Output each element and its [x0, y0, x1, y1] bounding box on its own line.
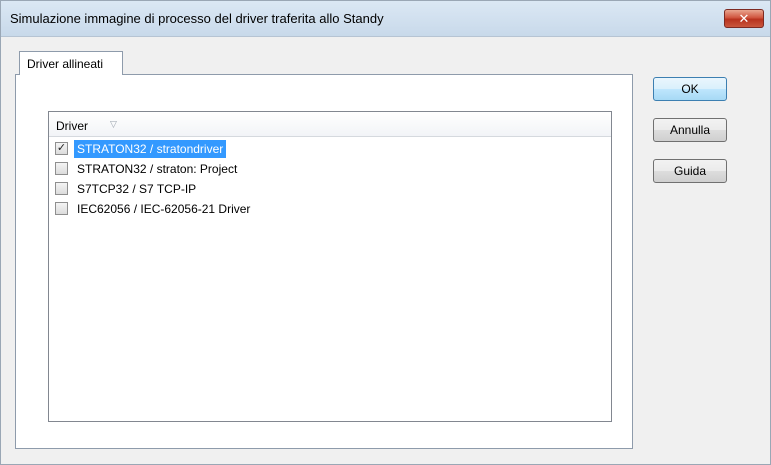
list-item[interactable]: S7TCP32 / S7 TCP-IP — [49, 180, 611, 198]
list-item[interactable]: IEC62056 / IEC-62056-21 Driver — [49, 200, 611, 218]
tab-panel: Driver ▽ ✓ STRATON32 / stratondriver STR… — [15, 74, 633, 449]
list-item[interactable]: STRATON32 / straton: Project — [49, 160, 611, 178]
title-bar[interactable]: Simulazione immagine di processo del dri… — [1, 1, 770, 37]
list-rows: ✓ STRATON32 / stratondriver STRATON32 / … — [49, 140, 611, 220]
row-label: STRATON32 / stratondriver — [74, 140, 227, 158]
tab-driver-allineati[interactable]: Driver allineati — [19, 51, 123, 75]
row-label: IEC62056 / IEC-62056-21 Driver — [77, 202, 251, 216]
cancel-button[interactable]: Annulla — [653, 118, 727, 142]
window-title: Simulazione immagine di processo del dri… — [10, 11, 384, 26]
close-icon: ✕ — [738, 11, 750, 26]
list-item[interactable]: ✓ STRATON32 / stratondriver — [49, 140, 611, 158]
row-label: STRATON32 / straton: Project — [77, 162, 238, 176]
row-checkbox[interactable] — [55, 182, 68, 195]
row-checkbox[interactable] — [55, 202, 68, 215]
close-button[interactable]: ✕ — [724, 9, 764, 28]
sort-descending-icon: ▽ — [110, 119, 117, 129]
row-checkbox[interactable] — [55, 162, 68, 175]
help-button[interactable]: Guida — [653, 159, 727, 183]
list-header[interactable]: Driver ▽ — [49, 112, 611, 137]
row-checkbox[interactable]: ✓ — [55, 142, 68, 155]
driver-list[interactable]: Driver ▽ ✓ STRATON32 / stratondriver STR… — [48, 111, 612, 422]
tab-label: Driver allineati — [27, 57, 104, 71]
column-header-driver[interactable]: Driver — [56, 119, 88, 133]
row-label: S7TCP32 / S7 TCP-IP — [77, 182, 197, 196]
ok-button[interactable]: OK — [653, 77, 727, 101]
dialog-window: Simulazione immagine di processo del dri… — [0, 0, 771, 465]
